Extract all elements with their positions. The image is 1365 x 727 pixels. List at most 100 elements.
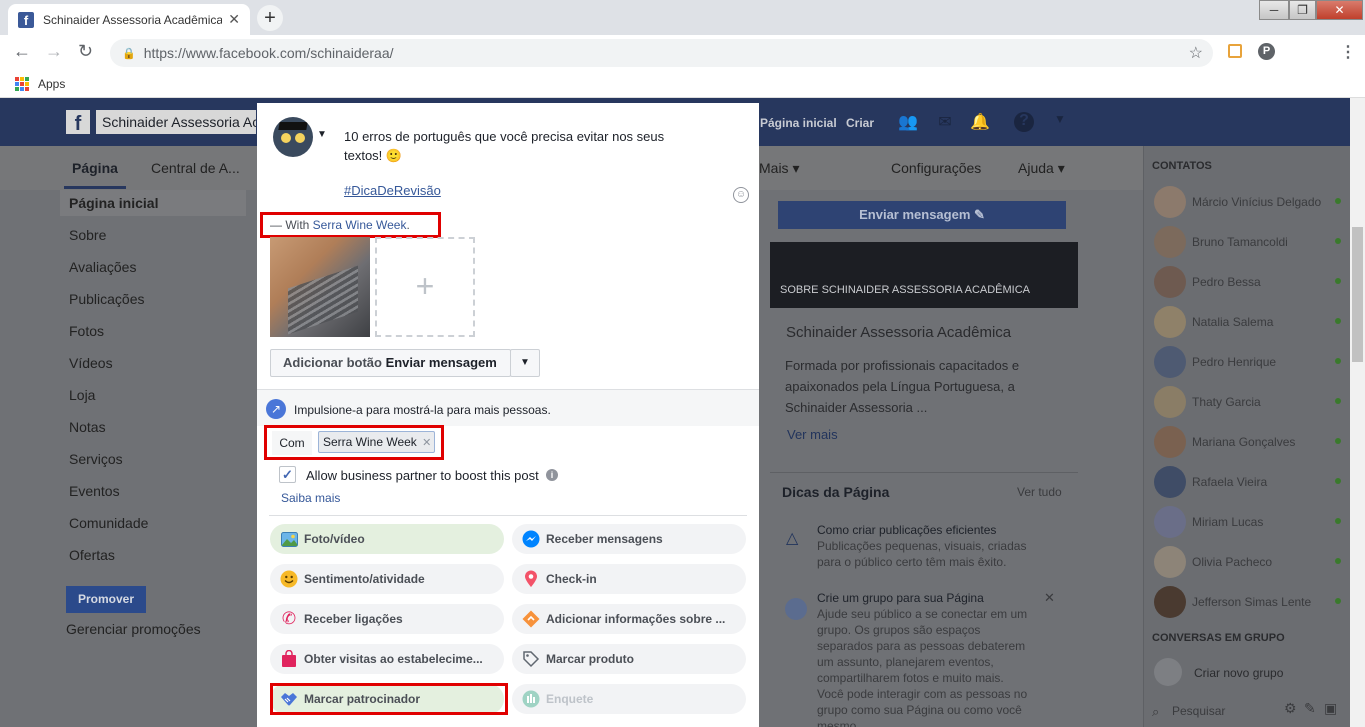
add-info-button[interactable]: Adicionar informações sobre ... xyxy=(512,604,746,634)
chat-search-input[interactable]: Pesquisar xyxy=(1172,704,1225,718)
messenger-icon xyxy=(522,530,540,548)
avatar xyxy=(1154,466,1186,498)
left-nav-photos[interactable]: Fotos xyxy=(69,323,104,339)
chat-settings-icon[interactable]: ⚙ xyxy=(1284,700,1297,717)
bookmark-star-icon[interactable]: ☆ xyxy=(1189,43,1203,63)
info-icon[interactable]: i xyxy=(546,469,558,481)
receive-messages-button[interactable]: Receber mensagens xyxy=(512,524,746,554)
tab-help[interactable]: Ajuda ▾ xyxy=(1018,160,1065,177)
maximize-button[interactable]: ❐ xyxy=(1289,0,1316,20)
tip1-title[interactable]: Como criar publicações eficientes xyxy=(817,523,996,537)
scrollbar-thumb[interactable] xyxy=(1352,227,1363,362)
tip2-title[interactable]: Crie um grupo para sua Página xyxy=(817,591,984,605)
left-nav-events[interactable]: Eventos xyxy=(69,483,120,499)
left-nav-about[interactable]: Sobre xyxy=(69,227,106,243)
browser-menu-icon[interactable]: ⋮ xyxy=(1340,42,1356,62)
tab-settings[interactable]: Configurações xyxy=(891,160,981,176)
back-arrow-icon[interactable]: ← xyxy=(13,41,31,62)
left-nav-services[interactable]: Serviços xyxy=(69,451,123,467)
receive-calls-button[interactable]: ✆ Receber ligações xyxy=(270,604,504,634)
contact-name: Pedro Bessa xyxy=(1192,275,1261,289)
fb-nav-create[interactable]: Criar xyxy=(846,116,874,130)
reload-icon[interactable]: ↻ xyxy=(78,41,93,62)
avatar xyxy=(1154,386,1186,418)
left-nav-community[interactable]: Comunidade xyxy=(69,515,148,531)
tab-more[interactable]: Mais ▾ xyxy=(759,160,799,177)
left-nav-posts[interactable]: Publicações xyxy=(69,291,145,307)
new-tab-button[interactable]: + xyxy=(257,5,283,31)
close-window-button[interactable]: ✕ xyxy=(1316,0,1363,20)
chat-options-icon[interactable]: ▣ xyxy=(1324,700,1337,717)
tab-close-icon[interactable]: ✕ xyxy=(228,11,240,28)
about-see-more-link[interactable]: Ver mais xyxy=(787,427,838,442)
chat-compose-icon[interactable]: ✎ xyxy=(1304,700,1316,717)
contact-item[interactable]: Natalia Salema xyxy=(1152,304,1347,340)
contact-item[interactable]: Márcio Vinícius Delgado xyxy=(1152,184,1347,220)
post-text-line2[interactable]: textos! 🙂 xyxy=(344,148,402,164)
contact-item[interactable]: Jefferson Simas Lente xyxy=(1152,584,1347,620)
attached-photo-thumbnail[interactable] xyxy=(270,237,370,337)
learn-more-link[interactable]: Saiba mais xyxy=(281,491,340,505)
left-nav-shop[interactable]: Loja xyxy=(69,387,95,403)
friends-icon[interactable]: 👥 xyxy=(898,112,918,132)
left-nav-videos[interactable]: Vídeos xyxy=(69,355,113,371)
contact-item[interactable]: Miriam Lucas xyxy=(1152,504,1347,540)
bell-icon[interactable]: 🔔 xyxy=(970,112,990,132)
contact-item[interactable]: Mariana Gonçalves xyxy=(1152,424,1347,460)
contact-item[interactable]: Pedro Henrique xyxy=(1152,344,1347,380)
apps-bookmark-label[interactable]: Apps xyxy=(38,77,65,91)
left-nav-reviews[interactable]: Avaliações xyxy=(69,259,136,275)
store-visits-button[interactable]: Obter visitas ao estabelecime... xyxy=(270,644,504,674)
contact-item[interactable]: Olivia Pacheco xyxy=(1152,544,1347,580)
apps-grid-icon[interactable] xyxy=(15,77,29,91)
manage-promotions-link[interactable]: Gerenciar promoções xyxy=(66,621,201,637)
allow-partner-checkbox[interactable]: ✓ xyxy=(279,466,296,483)
facebook-search-input[interactable]: Schinaider Assessoria Acadêmica xyxy=(96,110,256,134)
remove-tag-icon[interactable]: ✕ xyxy=(422,437,431,449)
poll-button[interactable]: Enquete xyxy=(512,684,746,714)
facebook-logo-icon[interactable]: f xyxy=(66,110,90,135)
send-message-button[interactable]: Enviar mensagem ✎ xyxy=(778,201,1066,229)
help-icon[interactable]: ? xyxy=(1014,112,1034,132)
minimize-button[interactable]: ─ xyxy=(1259,0,1289,20)
left-nav-home[interactable]: Página inicial xyxy=(69,195,158,211)
emoji-picker-icon[interactable]: ☺ xyxy=(733,187,749,203)
page-scrollbar[interactable] xyxy=(1350,98,1365,727)
tab-page[interactable]: Página xyxy=(72,160,118,176)
cta-dropdown-icon[interactable]: ▼ xyxy=(510,349,540,377)
photo-video-button[interactable]: Foto/vídeo xyxy=(270,524,504,554)
extension-icon[interactable] xyxy=(1228,44,1242,58)
promote-button[interactable]: Promover xyxy=(66,586,146,613)
with-partner-link[interactable]: Serra Wine Week xyxy=(313,218,407,232)
account-menu-icon[interactable]: ▼ xyxy=(1050,112,1070,132)
url-field[interactable]: 🔒 https://www.facebook.com/schinaideraa/… xyxy=(110,39,1213,67)
about-header: SOBRE SCHINAIDER ASSESSORIA ACADÊMICA xyxy=(780,284,1031,296)
left-nav-offers[interactable]: Ofertas xyxy=(69,547,115,563)
tag-product-button[interactable]: Marcar produto xyxy=(512,644,746,674)
feeling-activity-button[interactable]: Sentimento/atividade xyxy=(270,564,504,594)
posting-as-dropdown-icon[interactable]: ▼ xyxy=(317,129,327,140)
contact-name: Márcio Vinícius Delgado xyxy=(1192,195,1322,209)
fb-nav-home[interactable]: Página inicial xyxy=(760,116,837,130)
contact-item[interactable]: Thaty Garcia xyxy=(1152,384,1347,420)
messenger-icon[interactable]: ✉ xyxy=(935,112,955,132)
add-photo-button[interactable]: + xyxy=(375,237,475,337)
partner-tag-token[interactable]: Serra Wine Week ✕ xyxy=(318,431,435,453)
tip2-close-icon[interactable]: ✕ xyxy=(1044,590,1055,606)
contact-item[interactable]: Pedro Bessa xyxy=(1152,264,1347,300)
pinterest-icon[interactable]: P xyxy=(1258,43,1275,60)
tips-see-all-link[interactable]: Ver tudo xyxy=(1017,485,1062,499)
tab-central[interactable]: Central de A... xyxy=(151,160,240,176)
contact-name: Bruno Tamancoldi xyxy=(1192,235,1288,249)
facebook-favicon-icon: f xyxy=(18,11,34,28)
forward-arrow-icon[interactable]: → xyxy=(45,41,63,62)
contact-item[interactable]: Bruno Tamancoldi xyxy=(1152,224,1347,260)
new-group-link[interactable]: Criar novo grupo xyxy=(1194,666,1283,680)
hashtag-link[interactable]: #DicaDeRevisão xyxy=(344,183,441,198)
check-in-button[interactable]: Check-in xyxy=(512,564,746,594)
post-text-line1[interactable]: 10 erros de português que você precisa e… xyxy=(344,129,664,144)
browser-tab[interactable]: f Schinaider Assessoria Acadêmica ✕ xyxy=(8,4,250,35)
contact-item[interactable]: Rafaela Vieira xyxy=(1152,464,1347,500)
add-cta-button[interactable]: Adicionar botão Enviar mensagem xyxy=(270,349,511,377)
left-nav-notes[interactable]: Notas xyxy=(69,419,106,435)
